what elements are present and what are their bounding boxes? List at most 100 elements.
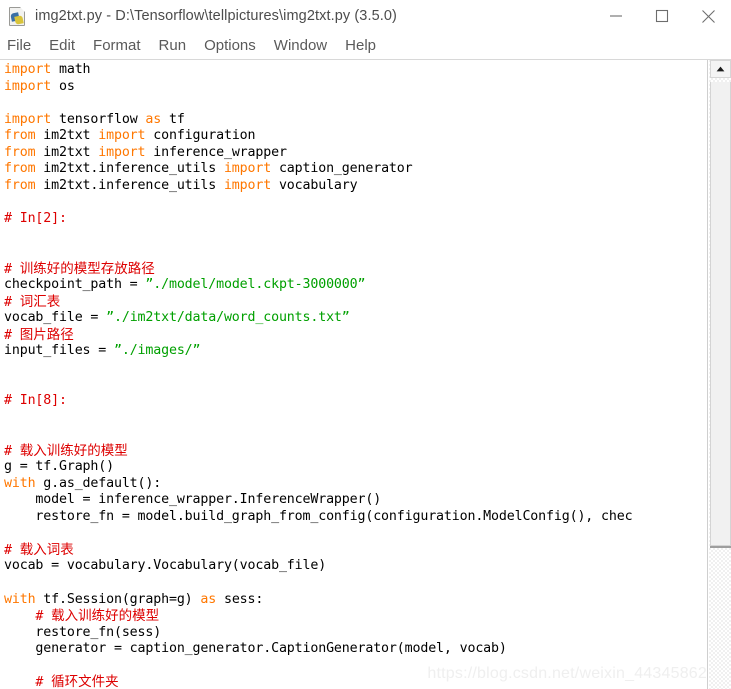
code-token: import [98, 144, 146, 160]
scroll-up-button[interactable] [710, 60, 731, 78]
menu-item-options[interactable]: Options [204, 37, 265, 54]
maximize-button[interactable] [639, 0, 685, 32]
code-line: # 图片路径 [4, 327, 707, 344]
menu-item-window[interactable]: Window [274, 37, 336, 54]
code-token: g.as_default(): [35, 475, 162, 491]
code-token: vocabulary [271, 177, 358, 193]
maximize-icon [655, 9, 669, 23]
code-line: # 载入训练好的模型 [4, 443, 707, 460]
code-token: 载入训练好的模型 [51, 608, 160, 625]
code-text-area[interactable]: import math import os import tensorflow a… [0, 60, 708, 689]
code-token: g = tf.Graph() [4, 459, 114, 475]
code-token: # [4, 542, 20, 558]
title-bar: img2txt.py - D:\Tensorflow\tellpictures\… [0, 0, 731, 32]
code-token: 训练好的模型存放路径 [19, 260, 155, 277]
code-token: 载入训练好的模型 [19, 442, 128, 459]
code-token: import [4, 62, 52, 77]
code-token: input_files = [4, 343, 114, 359]
code-line: # 载入词表 [4, 542, 707, 559]
code-token: import [223, 177, 272, 193]
code-line: vocab = vocabulary.Vocabulary(vocab_file… [4, 558, 707, 575]
code-token: restore_fn = model.build_graph_from_conf… [4, 508, 633, 524]
code-token: from [4, 161, 36, 177]
code-token: im2txt [35, 128, 99, 144]
idle-editor-window: img2txt.py - D:\Tensorflow\tellpictures\… [0, 0, 731, 689]
code-token: # [4, 261, 20, 277]
code-token: as [200, 591, 217, 607]
code-token: with [4, 591, 36, 607]
window-controls [593, 0, 731, 32]
code-line: # 载入训练好的模型 [4, 608, 707, 625]
close-button[interactable] [685, 0, 731, 32]
code-line: # In[2]: [4, 211, 707, 228]
code-token: tf.Session(graph=g) [35, 591, 201, 607]
code-token: checkpoint_path = [4, 277, 146, 293]
code-token: import [98, 128, 146, 144]
code-token: model = inference_wrapper.InferenceWrapp… [4, 492, 382, 508]
code-token: inference_wrapper [145, 144, 287, 160]
code-token: 图片路径 [19, 326, 74, 343]
code-line: with tf.Session(graph=g) as sess: [4, 592, 707, 609]
code-line: from im2txt.inference_utils import vocab… [4, 178, 707, 195]
code-token: tf [161, 111, 185, 127]
code-token: # [4, 294, 20, 310]
code-line: from im2txt import configuration [4, 128, 707, 145]
code-token: import [223, 161, 272, 177]
code-token: configuration [145, 128, 256, 144]
window-title: img2txt.py - D:\Tensorflow\tellpictures\… [35, 8, 397, 24]
editor-area: import math import os import tensorflow a… [0, 59, 731, 689]
code-line: with g.as_default(): [4, 476, 707, 493]
code-line: vocab_file = ”./im2txt/data/word_counts.… [4, 310, 707, 327]
code-token: # [4, 443, 20, 459]
menu-item-help[interactable]: Help [345, 37, 385, 54]
code-line: import os [4, 79, 707, 96]
code-token: ”./model/model.ckpt-3000000” [145, 277, 366, 293]
code-line: # 循环文件夹 [4, 674, 707, 689]
menu-item-format[interactable]: Format [93, 37, 150, 54]
scroll-up-arrow-icon [716, 66, 725, 72]
code-token: from [4, 128, 36, 144]
code-token: os [51, 78, 75, 94]
code-line: import tensorflow as tf [4, 112, 707, 129]
code-token: import [4, 78, 52, 94]
code-token: 载入词表 [19, 541, 74, 558]
code-token: # [4, 675, 52, 689]
code-token: # [4, 327, 20, 343]
code-line: model = inference_wrapper.InferenceWrapp… [4, 492, 707, 509]
minimize-button[interactable] [593, 0, 639, 32]
minimize-icon [610, 15, 622, 17]
menu-item-edit[interactable]: Edit [49, 37, 84, 54]
code-line: checkpoint_path = ”./model/model.ckpt-30… [4, 277, 707, 294]
scrollbar-thumb[interactable] [710, 82, 731, 548]
menu-item-run[interactable]: Run [159, 37, 196, 54]
vertical-scrollbar[interactable] [708, 60, 731, 689]
code-token: from [4, 177, 36, 193]
code-token: with [4, 475, 36, 491]
code-token: im2txt.inference_utils [35, 161, 224, 177]
code-line: from im2txt import inference_wrapper [4, 145, 707, 162]
code-token: # In[8]: [4, 392, 67, 408]
code-line: # 词汇表 [4, 294, 707, 311]
code-token: vocab = vocabulary.Vocabulary(vocab_file… [4, 558, 327, 574]
code-line: # 训练好的模型存放路径 [4, 261, 707, 278]
menu-item-file[interactable]: File [7, 37, 40, 54]
code-line: generator = caption_generator.CaptionGen… [4, 641, 707, 658]
code-token: as [145, 111, 162, 127]
code-token: tensorflow [51, 111, 146, 127]
code-line: restore_fn = model.build_graph_from_conf… [4, 509, 707, 526]
code-token: # In[2]: [4, 210, 67, 226]
code-token: generator = caption_generator.CaptionGen… [4, 641, 507, 657]
close-icon [701, 9, 715, 23]
code-token: # [4, 609, 52, 625]
code-token: restore_fn(sess) [4, 624, 162, 640]
